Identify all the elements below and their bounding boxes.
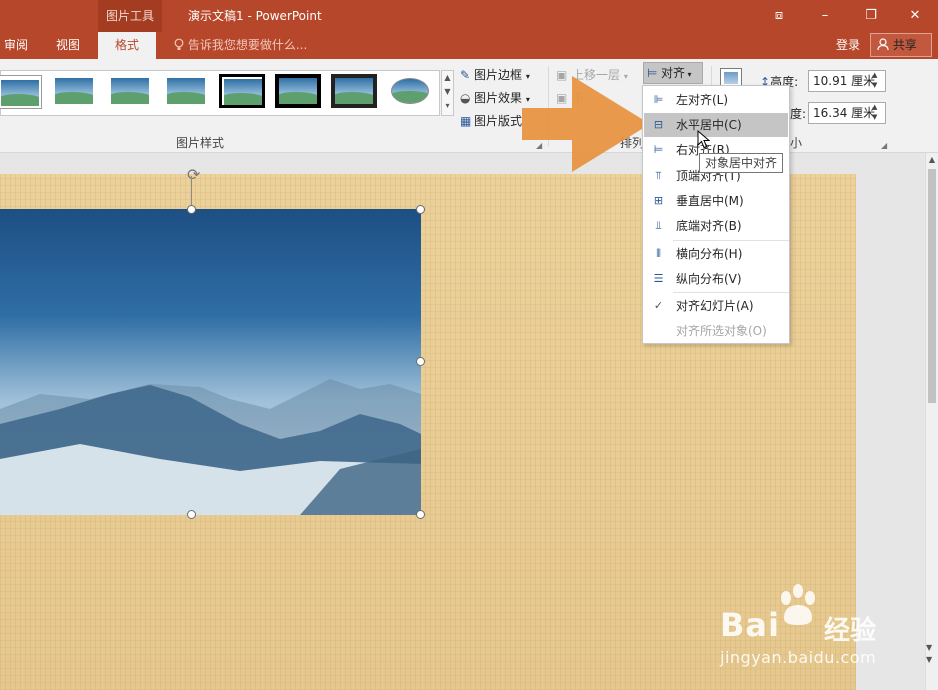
picture-style-6[interactable] xyxy=(275,74,321,108)
picture-style-3[interactable] xyxy=(107,74,153,108)
scroll-down-icon[interactable]: ▼ ▼ xyxy=(926,642,932,666)
scroll-thumb[interactable] xyxy=(928,169,936,403)
resize-handle-right[interactable] xyxy=(416,357,425,366)
watermark-brand: Bai xyxy=(720,606,780,644)
menu-item-align-bottom[interactable]: ⫫ 底端对齐(B) xyxy=(644,214,788,238)
picture-effects-icon: ◒ xyxy=(460,91,471,105)
dialog-launcher-icon[interactable]: ◢ xyxy=(881,141,887,150)
picture-border-label: 图片边框 xyxy=(474,68,523,82)
selected-picture[interactable] xyxy=(0,209,421,515)
menu-item-align-center[interactable]: ⊟ 水平居中(C) xyxy=(644,113,788,137)
width-value: 16.34 厘米 xyxy=(813,106,876,120)
height-value: 10.91 厘米 xyxy=(813,74,876,88)
align-dropdown-menu: ⊫ 左对齐(L) ⊟ 水平居中(C) ⊨ 右对齐(R) ⫪ 顶端对齐(T) ⊞ 垂直居中(… xyxy=(642,85,790,344)
align-button[interactable]: ⊨ 对齐 ▾ xyxy=(643,62,703,84)
tab-review[interactable]: 审阅 xyxy=(4,32,28,59)
chevron-down-icon: ▾ xyxy=(685,70,692,79)
align-left-icon: ⊫ xyxy=(653,93,664,106)
maximize-icon[interactable]: ❐ xyxy=(848,0,894,32)
group-label-picture-styles: 图片样式 xyxy=(176,136,225,150)
picture-style-7[interactable] xyxy=(331,74,377,108)
picture-style-2[interactable] xyxy=(51,74,97,108)
menu-item-label: 横向分布(H) xyxy=(676,247,743,261)
height-spinner-icon[interactable]: ▲ ▼ xyxy=(872,70,877,90)
vertical-scrollbar[interactable]: ▲ xyxy=(925,153,938,690)
watermark-url: jingyan.baidu.com xyxy=(720,648,877,667)
minimize-icon[interactable]: – xyxy=(802,0,848,32)
picture-style-5[interactable] xyxy=(219,74,265,108)
picture-border-button[interactable]: ✎ 图片边框 ▾ xyxy=(460,66,530,83)
menu-item-label: 纵向分布(V) xyxy=(676,272,742,286)
picture-style-1[interactable] xyxy=(0,75,42,109)
align-middle-icon: ⊞ xyxy=(653,194,664,207)
width-spinner-icon[interactable]: ▲ ▼ xyxy=(872,102,877,122)
align-center-icon: ⊟ xyxy=(653,118,664,131)
menu-item-distribute-horizontal[interactable]: ⫴ 横向分布(H) xyxy=(644,242,788,266)
width-label: 度: xyxy=(790,107,807,121)
document-title: 演示文稿1 - PowerPoint xyxy=(188,9,322,23)
baidu-jingyan-watermark: Bai 经验 jingyan.baidu.com xyxy=(720,584,890,672)
gallery-scroll[interactable]: ▲ ▼ ▾ xyxy=(441,70,454,116)
picture-effects-label: 图片效果 xyxy=(474,91,523,105)
menu-item-label: 对齐幻灯片(A) xyxy=(676,299,754,313)
group-label-size: 小 xyxy=(790,136,803,150)
tell-me-text: 告诉我您想要做什么... xyxy=(187,38,308,52)
align-label: 对齐 xyxy=(661,66,686,80)
share-label: 共享 xyxy=(892,38,917,52)
sign-in-link[interactable]: 登录 xyxy=(836,32,860,59)
mountain-landscape-image xyxy=(0,379,421,515)
picture-effects-button[interactable]: ◒ 图片效果 ▾ xyxy=(460,89,530,106)
close-icon[interactable]: ✕ xyxy=(892,0,938,32)
rotate-handle-icon[interactable]: ⟳ xyxy=(187,165,200,184)
tab-view[interactable]: 视图 xyxy=(56,32,80,59)
menu-item-align-to-slide[interactable]: ✓ 对齐幻灯片(A) xyxy=(644,294,788,318)
distribute-horizontal-icon: ⫴ xyxy=(656,247,661,260)
picture-border-icon: ✎ xyxy=(460,68,471,82)
scroll-up-icon[interactable]: ▲ xyxy=(926,153,938,167)
picture-tools-context-label: 图片工具 xyxy=(98,0,162,32)
picture-layout-icon: ▦ xyxy=(460,114,472,128)
menu-item-label: 左对齐(L) xyxy=(676,93,729,107)
align-bottom-icon: ⫫ xyxy=(655,219,662,232)
resize-handle-top-right[interactable] xyxy=(416,205,425,214)
menu-item-align-middle[interactable]: ⊞ 垂直居中(M) xyxy=(644,189,788,213)
align-top-icon: ⫪ xyxy=(655,169,662,182)
watermark-brand-suffix: 经验 xyxy=(824,616,877,646)
checkmark-icon: ✓ xyxy=(653,299,664,312)
tooltip: 对象居中对齐 xyxy=(699,153,784,173)
ribbon-display-options-icon[interactable]: ⧈ xyxy=(756,0,802,32)
menu-item-label: 底端对齐(B) xyxy=(676,219,742,233)
mouse-cursor-icon xyxy=(697,130,711,149)
menu-item-align-left[interactable]: ⊫ 左对齐(L) xyxy=(644,88,788,112)
resize-handle-bottom[interactable] xyxy=(187,510,196,519)
orange-pointer-arrow xyxy=(522,76,650,172)
tab-format[interactable]: 格式 xyxy=(98,32,156,60)
rotate-handle-stem xyxy=(191,176,192,206)
person-icon xyxy=(877,38,889,51)
paw-logo-icon xyxy=(781,584,815,625)
align-right-icon: ⊨ xyxy=(653,143,664,156)
picture-style-4[interactable] xyxy=(163,74,209,108)
menu-separator xyxy=(673,240,789,241)
menu-item-label: 垂直居中(M) xyxy=(676,194,744,208)
picture-layout-label: 图片版式 xyxy=(474,114,523,128)
lightbulb-icon xyxy=(174,38,184,50)
resize-handle-top[interactable] xyxy=(187,205,196,214)
menu-item-align-selected-objects[interactable]: 对齐所选对象(O) xyxy=(644,319,788,343)
picture-style-8[interactable] xyxy=(387,74,433,108)
share-button[interactable]: 共享 xyxy=(870,33,932,57)
menu-item-label: 对齐所选对象(O) xyxy=(676,324,767,338)
menu-item-distribute-vertical[interactable]: ☰ 纵向分布(V) xyxy=(644,267,788,291)
menu-separator xyxy=(673,292,789,293)
picture-layout-button[interactable]: ▦ 图片版式 xyxy=(460,112,522,129)
tell-me-search[interactable]: 告诉我您想要做什么... xyxy=(174,32,307,59)
distribute-vertical-icon: ☰ xyxy=(653,272,664,285)
resize-handle-bottom-right[interactable] xyxy=(416,510,425,519)
